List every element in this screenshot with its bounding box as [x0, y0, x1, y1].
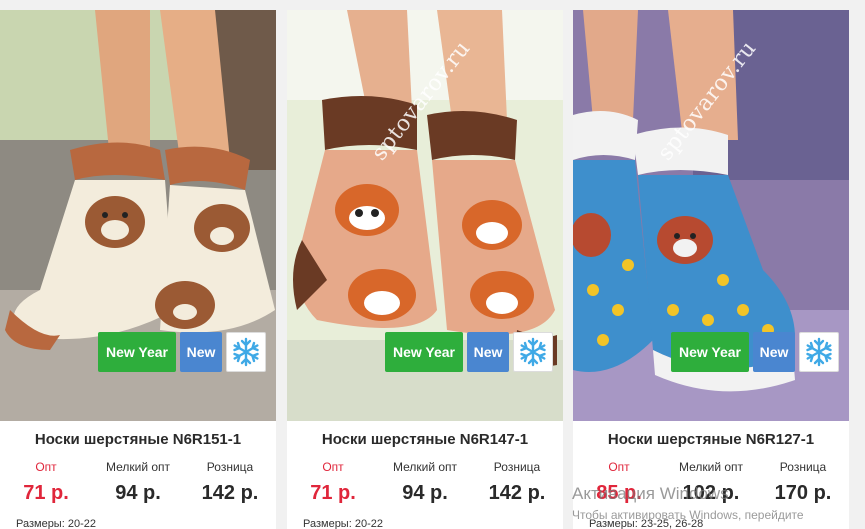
product-grid: New Year New Носки шерстяные N6R151-1 Оп… [0, 0, 865, 529]
price-retail-label: Розница [493, 460, 541, 474]
sizes-label: Размеры: [303, 518, 352, 529]
badge-new[interactable]: New [180, 332, 222, 372]
product-card[interactable]: sptovarov.ru New Year New Носки шерстяны… [573, 10, 849, 529]
price-small-opt-label: Мелкий опт [678, 460, 744, 474]
price-retail-label: Розница [206, 460, 254, 474]
sizes-line: Размеры: 20-22 [16, 518, 96, 529]
badge-group: New Year New [385, 332, 553, 372]
price-opt: Опт 71 р. [287, 460, 379, 505]
price-small-opt: Мелкий опт 94 р. [92, 460, 184, 505]
badge-group: New Year New [671, 332, 839, 372]
price-retail-value: 142 р. [201, 482, 259, 504]
price-retail-value: 142 р. [488, 482, 546, 504]
badge-new-year[interactable]: New Year [385, 332, 463, 372]
product-title[interactable]: Носки шерстяные N6R151-1 [0, 431, 276, 448]
price-retail: Розница 142 р. [184, 460, 276, 505]
price-columns: Опт 85 р. Мелкий опт 102 р. Розница 170 … [573, 460, 849, 520]
snowflake-glyph [806, 337, 832, 367]
sizes-label: Размеры: [589, 518, 638, 529]
sizes-label: Размеры: [16, 518, 65, 529]
price-small-opt-label: Мелкий опт [392, 460, 458, 474]
price-retail-label: Розница [779, 460, 827, 474]
product-title[interactable]: Носки шерстяные N6R147-1 [287, 431, 563, 448]
price-small-opt-label: Мелкий опт [105, 460, 171, 474]
price-opt-label: Опт [608, 460, 630, 474]
price-small-opt-value: 102 р. [682, 482, 740, 504]
price-opt-value: 71 р. [310, 482, 356, 504]
snowflake-glyph [233, 337, 259, 367]
price-small-opt: Мелкий опт 94 р. [379, 460, 471, 505]
price-columns: Опт 71 р. Мелкий опт 94 р. Розница 142 р… [287, 460, 563, 520]
sizes-value: 20-22 [67, 518, 96, 529]
price-opt-value: 71 р. [23, 482, 69, 504]
product-title[interactable]: Носки шерстяные N6R127-1 [573, 431, 849, 448]
price-opt: Опт 85 р. [573, 460, 665, 505]
sizes-value: 23-25, 26-28 [640, 518, 704, 529]
snowflake-glyph [520, 337, 546, 367]
price-retail: Розница 170 р. [757, 460, 849, 505]
badge-new[interactable]: New [467, 332, 509, 372]
price-small-opt-value: 94 р. [402, 482, 448, 504]
snowflake-icon[interactable] [799, 332, 839, 372]
price-retail-value: 170 р. [774, 482, 832, 504]
sizes-value: 20-22 [354, 518, 383, 529]
badge-new-year[interactable]: New Year [671, 332, 749, 372]
price-columns: Опт 71 р. Мелкий опт 94 р. Розница 142 р… [0, 460, 276, 520]
badge-new-year[interactable]: New Year [98, 332, 176, 372]
price-retail: Розница 142 р. [471, 460, 563, 505]
sizes-line: Размеры: 20-22 [303, 518, 383, 529]
price-small-opt: Мелкий опт 102 р. [665, 460, 757, 505]
price-opt: Опт 71 р. [0, 460, 92, 505]
price-small-opt-value: 94 р. [115, 482, 161, 504]
snowflake-icon[interactable] [513, 332, 553, 372]
snowflake-icon[interactable] [226, 332, 266, 372]
badge-new[interactable]: New [753, 332, 795, 372]
sizes-line: Размеры: 23-25, 26-28 [589, 518, 703, 529]
price-opt-label: Опт [35, 460, 57, 474]
product-card[interactable]: New Year New Носки шерстяные N6R151-1 Оп… [0, 10, 276, 529]
product-card[interactable]: sptovarov.ru New Year New Носки шерстяны… [287, 10, 563, 529]
price-opt-value: 85 р. [596, 482, 642, 504]
price-opt-label: Опт [322, 460, 344, 474]
badge-group: New Year New [98, 332, 266, 372]
